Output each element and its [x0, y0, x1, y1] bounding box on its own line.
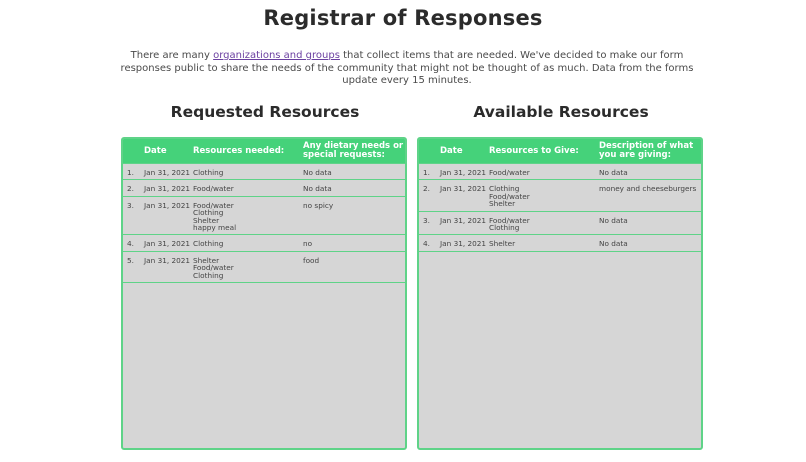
row-date: Jan 31, 2021	[440, 184, 487, 194]
row-number: 1.	[127, 168, 134, 177]
row-date: Jan 31, 2021	[144, 200, 191, 210]
row-resources: Food/water Clothing Shelter happy meal	[193, 200, 237, 232]
row-description: no	[303, 239, 313, 249]
row-description: No data	[303, 184, 332, 194]
table-body: 1. Jan 31, 2021 Food/water No data 2. Jan 31,…	[419, 164, 701, 252]
header-resources: Resources to Give:	[489, 146, 579, 156]
row-resources: Food/water	[489, 168, 530, 177]
table-row: 1. Jan 31, 2021 Clothing No data	[123, 164, 405, 181]
row-number: 5.	[127, 255, 134, 265]
table-row: 3. Jan 31, 2021 Food/water Clothing No data	[419, 212, 701, 236]
requested-resources-title: Requested Resources	[170, 103, 360, 121]
row-number: 4.	[127, 239, 134, 249]
row-resources: Food/water Clothing	[489, 215, 530, 232]
table-row: 3. Jan 31, 2021 Food/water Clothing Shelte…	[123, 197, 405, 236]
row-description: no spicy	[303, 200, 334, 210]
row-description: No data	[303, 168, 332, 177]
row-description: money and cheeseburgers	[599, 184, 697, 194]
row-number: 3.	[127, 200, 134, 210]
row-resources: Shelter	[489, 239, 516, 249]
row-resources: Clothing	[193, 168, 224, 177]
table-row: 1. Jan 31, 2021 Food/water No data	[419, 164, 701, 181]
row-resources: Food/water	[193, 184, 234, 194]
row-date: Jan 31, 2021	[144, 255, 191, 265]
row-number: 4.	[423, 239, 430, 249]
row-date: Jan 31, 2021	[440, 215, 487, 225]
row-date: Jan 31, 2021	[440, 168, 487, 177]
row-resources: Clothing Food/water Shelter	[489, 184, 530, 209]
header-description: Description of what you are giving:	[599, 141, 694, 160]
header-description: Any dietary needs or special requests:	[303, 141, 404, 160]
table-header: Date Resources to Give: Description of w…	[419, 139, 701, 164]
row-date: Jan 31, 2021	[440, 239, 487, 249]
available-resources-title: Available Resources	[473, 103, 649, 121]
row-number: 1.	[423, 168, 430, 177]
row-number: 2.	[127, 184, 134, 194]
row-description: No data	[599, 168, 628, 177]
table-row: 4. Jan 31, 2021 Shelter No data	[419, 235, 701, 252]
table-row: 2. Jan 31, 2021 Clothing Food/water Shelte…	[419, 180, 701, 212]
header-resources: Resources needed:	[193, 146, 285, 156]
organizations-link[interactable]: organizations and groups	[213, 50, 340, 61]
row-description: No data	[599, 215, 628, 225]
available-resources-table: Date Resources to Give: Description of w…	[417, 137, 703, 450]
page-title: Registrar of Responses	[263, 6, 543, 30]
requested-resources-table: Date Resources needed: Any dietary needs…	[121, 137, 407, 450]
row-date: Jan 31, 2021	[144, 239, 191, 249]
row-resources: Shelter Food/water Clothing	[193, 255, 234, 280]
intro-text-start: There are many	[130, 50, 214, 61]
row-description: food	[303, 255, 320, 265]
row-date: Jan 31, 2021	[144, 184, 191, 194]
row-number: 3.	[423, 215, 430, 225]
row-resources: Clothing	[193, 239, 224, 249]
header-date: Date	[144, 146, 167, 156]
table-row: 5. Jan 31, 2021 Shelter Food/water Clothin…	[123, 252, 405, 283]
table-row: 2. Jan 31, 2021 Food/water No data	[123, 180, 405, 197]
row-number: 2.	[423, 184, 430, 194]
header-date: Date	[440, 146, 463, 156]
intro-text: There are many organizations and groups …	[120, 50, 694, 88]
table-body: 1. Jan 31, 2021 Clothing No data 2. Jan 31, 2…	[123, 164, 405, 283]
row-description: No data	[599, 239, 628, 249]
table-row: 4. Jan 31, 2021 Clothing no	[123, 235, 405, 252]
row-date: Jan 31, 2021	[144, 168, 191, 177]
table-header: Date Resources needed: Any dietary needs…	[123, 139, 405, 164]
